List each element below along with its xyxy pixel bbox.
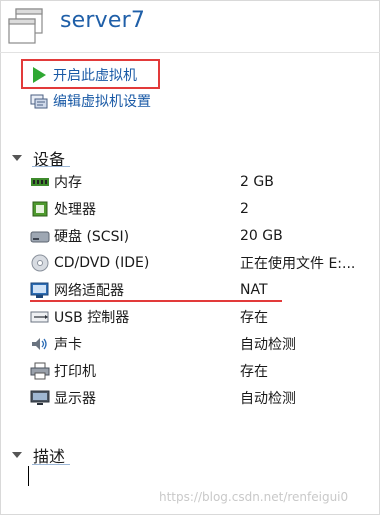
description-text-caret[interactable] bbox=[28, 466, 29, 486]
edit-settings-button[interactable]: 编辑虚拟机设置 bbox=[30, 91, 151, 111]
settings-icon bbox=[30, 94, 48, 109]
device-name: 内存 bbox=[54, 175, 82, 191]
device-row-network-adapter[interactable]: 网络适配器 NAT bbox=[30, 278, 360, 302]
power-on-button[interactable]: 开启此虚拟机 bbox=[30, 65, 137, 85]
device-row-usb[interactable]: USB 控制器 存在 bbox=[30, 305, 360, 329]
device-value: 正在使用文件 E:... bbox=[240, 256, 356, 272]
device-value: 存在 bbox=[240, 310, 268, 326]
device-name: CD/DVD (IDE) bbox=[54, 255, 150, 271]
power-on-label: 开启此虚拟机 bbox=[53, 68, 137, 84]
network-adapter-icon bbox=[30, 282, 49, 298]
watermark: https://blog.csdn.net/renfeigui0 bbox=[159, 490, 349, 504]
memory-icon bbox=[31, 178, 49, 186]
cd-dvd-icon bbox=[31, 254, 49, 272]
hard-disk-icon bbox=[30, 231, 50, 243]
device-row-sound-card[interactable]: 声卡 自动检测 bbox=[30, 332, 360, 356]
virtual-machine-icon bbox=[8, 8, 43, 44]
device-row-hard-disk[interactable]: 硬盘 (SCSI) 20 GB bbox=[30, 224, 360, 248]
vm-title: server7 bbox=[60, 8, 146, 33]
device-value: NAT bbox=[240, 282, 268, 298]
header-divider bbox=[0, 52, 380, 53]
sound-card-icon bbox=[32, 338, 47, 350]
device-name: 网络适配器 bbox=[54, 283, 124, 299]
device-row-cd-dvd[interactable]: CD/DVD (IDE) 正在使用文件 E:... bbox=[30, 251, 360, 275]
device-row-processor[interactable]: 处理器 2 bbox=[30, 197, 360, 221]
device-value: 自动检测 bbox=[240, 391, 296, 407]
device-name: 硬盘 (SCSI) bbox=[54, 229, 130, 245]
section-underline bbox=[32, 166, 70, 167]
device-row-memory[interactable]: 内存 2 GB bbox=[30, 170, 360, 194]
device-name: 显示器 bbox=[54, 391, 96, 407]
device-value: 2 bbox=[240, 201, 249, 217]
device-row-display[interactable]: 显示器 自动检测 bbox=[30, 386, 360, 410]
device-name: 处理器 bbox=[54, 202, 96, 218]
device-name: 打印机 bbox=[54, 364, 96, 380]
display-icon bbox=[30, 390, 50, 405]
usb-icon bbox=[30, 311, 49, 323]
device-name: 声卡 bbox=[54, 337, 82, 353]
section-underline bbox=[32, 464, 70, 465]
collapse-triangle-icon bbox=[12, 452, 22, 458]
device-name: USB 控制器 bbox=[54, 310, 130, 326]
network-row-underline bbox=[30, 300, 282, 302]
device-value: 存在 bbox=[240, 364, 268, 380]
processor-icon bbox=[32, 201, 48, 217]
device-row-printer[interactable]: 打印机 存在 bbox=[30, 359, 360, 383]
edit-settings-label: 编辑虚拟机设置 bbox=[53, 94, 151, 110]
device-value: 2 GB bbox=[240, 174, 274, 190]
device-value: 自动检测 bbox=[240, 337, 296, 353]
printer-icon bbox=[30, 362, 50, 380]
collapse-triangle-icon bbox=[12, 155, 22, 161]
play-icon bbox=[33, 67, 46, 83]
device-value: 20 GB bbox=[240, 228, 283, 244]
